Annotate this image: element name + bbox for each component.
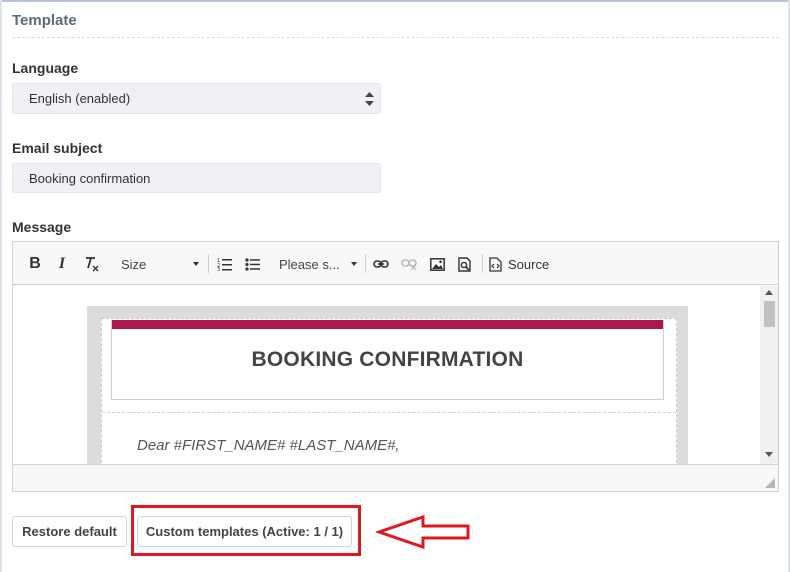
email-greeting: Dear #FIRST_NAME# #LAST_NAME#,: [137, 437, 400, 454]
editor-toolbar: B I Size 1 2 3 Please s... Source: [13, 242, 778, 285]
font-size-combo[interactable]: Size: [121, 254, 199, 274]
format-label: Please s...: [279, 256, 340, 272]
numbered-list-button[interactable]: 1 2 3: [216, 253, 232, 275]
font-size-caret-icon: [193, 262, 199, 266]
section-divider: [12, 37, 779, 38]
toolbar-separator: [208, 254, 209, 273]
email-header-band: [112, 320, 663, 329]
scroll-down-icon[interactable]: [765, 452, 773, 457]
editor-statusbar: [13, 464, 778, 491]
remove-format-icon: [85, 256, 98, 271]
email-subject-label: Email subject: [12, 140, 103, 156]
language-select-value: English (enabled): [29, 91, 131, 106]
restore-default-button[interactable]: Restore default: [12, 516, 127, 547]
format-combo[interactable]: Please s...: [279, 254, 357, 274]
frame-top-border: [0, 0, 790, 2]
link-icon: [373, 260, 389, 268]
source-icon: [489, 256, 502, 272]
remove-format-button[interactable]: [82, 253, 100, 275]
scroll-up-icon[interactable]: [765, 290, 773, 295]
link-button[interactable]: [373, 253, 389, 275]
editor-scrollbar[interactable]: [760, 286, 778, 464]
annotation-arrow-icon: [376, 514, 470, 550]
email-subject-input[interactable]: Booking confirmation: [12, 163, 381, 193]
annotation-highlight-box: [131, 505, 361, 556]
language-label: Language: [12, 60, 79, 76]
preview-icon: [458, 256, 471, 272]
unlink-icon: [401, 259, 417, 270]
email-title: BOOKING CONFIRMATION: [251, 348, 524, 371]
preview-button[interactable]: [457, 253, 473, 275]
source-button[interactable]: Source: [489, 253, 551, 275]
section-title: Template: [12, 12, 77, 29]
image-icon: [429, 257, 445, 271]
bullet-list-button[interactable]: [244, 253, 260, 275]
select-arrows-icon: [365, 92, 374, 106]
resize-grip-icon[interactable]: [765, 478, 775, 488]
scroll-thumb[interactable]: [764, 301, 775, 327]
toolbar-separator: [365, 254, 366, 273]
bullet-list-icon: [244, 258, 260, 271]
bold-button[interactable]: B: [27, 253, 43, 275]
email-divider: [102, 412, 676, 413]
editor-content[interactable]: BOOKING CONFIRMATION Dear #FIRST_NAME# #…: [13, 286, 760, 464]
svg-text:3: 3: [217, 267, 220, 271]
email-header-block: BOOKING CONFIRMATION: [111, 320, 664, 400]
frame-left-border: [0, 0, 2, 572]
language-select[interactable]: English (enabled): [12, 83, 381, 114]
italic-button[interactable]: I: [55, 253, 69, 275]
toolbar-separator: [482, 254, 483, 273]
unlink-button[interactable]: [401, 253, 417, 275]
image-button[interactable]: [429, 253, 445, 275]
format-caret-icon: [351, 262, 357, 266]
message-label: Message: [12, 219, 72, 235]
source-label: Source: [508, 256, 550, 272]
message-editor: B I Size 1 2 3 Please s... Source BOOKIN…: [12, 241, 779, 492]
numbered-list-icon: 1 2 3: [217, 258, 232, 271]
font-size-label: Size: [121, 256, 147, 272]
